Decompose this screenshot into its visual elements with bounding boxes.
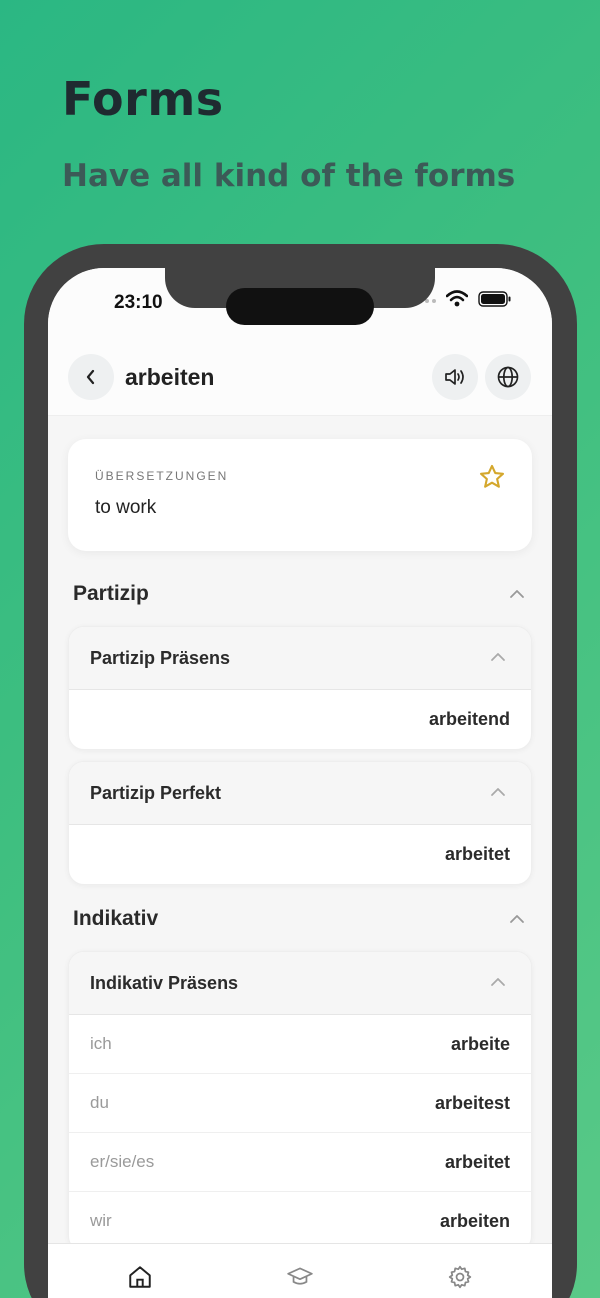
form-value: arbeite [450, 1034, 510, 1054]
hero-title: Forms [62, 72, 224, 126]
language-button[interactable] [485, 354, 531, 400]
translations-card: ÜBERSETZUNGEN to work [68, 439, 532, 551]
home-icon [129, 1266, 151, 1288]
group-header[interactable]: Partizip Perfekt [69, 762, 531, 825]
group-indikativ-praesens: Indikativ Präsens ich arbeite du arbeite… [68, 951, 532, 1252]
form-row: ich arbeite [69, 1015, 531, 1074]
back-chevron-icon [86, 369, 95, 385]
pronounce-button[interactable] [432, 354, 478, 400]
gear-icon [448, 1265, 472, 1289]
globe-icon [497, 366, 519, 388]
form-row: du arbeitest [69, 1074, 531, 1133]
section-title-partizip[interactable]: Partizip [73, 582, 149, 606]
back-button[interactable] [68, 354, 114, 400]
form-row: er/sie/es arbeitet [69, 1133, 531, 1192]
pronoun: du [90, 1093, 109, 1112]
chevron-up-icon [491, 978, 505, 986]
tab-training[interactable] [235, 1264, 365, 1296]
favorite-button[interactable] [478, 463, 506, 496]
status-time: 23:10 [114, 292, 163, 313]
form-value: arbeitet [444, 844, 510, 864]
chevron-up-icon[interactable] [508, 588, 526, 600]
pronoun: wir [90, 1211, 112, 1230]
phone-screen: 23:10 arbeiten ÜBERSETZUNGEN to work Par… [48, 268, 552, 1298]
chevron-up-icon [491, 788, 505, 796]
tab-bar [48, 1243, 552, 1298]
translation-value: to work [95, 497, 157, 518]
pronoun: ich [90, 1034, 112, 1053]
dynamic-island [226, 288, 374, 325]
nav-bar: arbeiten [48, 338, 552, 416]
word-title: arbeiten [125, 364, 215, 390]
tab-settings[interactable] [395, 1264, 525, 1296]
form-row: arbeitet [69, 825, 531, 884]
section-title-indikativ[interactable]: Indikativ [73, 907, 158, 931]
star-icon [479, 464, 505, 488]
group-title: Indikativ Präsens [90, 973, 239, 993]
form-value: arbeiten [439, 1211, 510, 1231]
graduation-cap-icon [287, 1267, 313, 1285]
pronoun: er/sie/es [90, 1152, 155, 1171]
hero-subtitle: Have all kind of the forms [62, 158, 516, 194]
form-value: arbeitet [444, 1152, 510, 1172]
group-title: Partizip Präsens [90, 648, 231, 668]
group-title: Partizip Perfekt [90, 783, 222, 803]
battery-icon [478, 290, 511, 307]
group-partizip-praesens: Partizip Präsens arbeitend [68, 626, 532, 750]
form-value: arbeitend [428, 709, 510, 729]
form-row: arbeitend [69, 690, 531, 749]
group-partizip-perfekt: Partizip Perfekt arbeitet [68, 761, 532, 885]
chevron-up-icon [491, 653, 505, 661]
translations-label: ÜBERSETZUNGEN [95, 469, 229, 483]
group-header[interactable]: Indikativ Präsens [69, 952, 531, 1015]
speaker-icon [445, 369, 464, 385]
tab-dictionary[interactable] [75, 1264, 205, 1296]
form-value: arbeitest [434, 1093, 510, 1113]
wifi-icon [446, 290, 468, 307]
chevron-up-icon[interactable] [508, 913, 526, 925]
group-header[interactable]: Partizip Präsens [69, 627, 531, 690]
